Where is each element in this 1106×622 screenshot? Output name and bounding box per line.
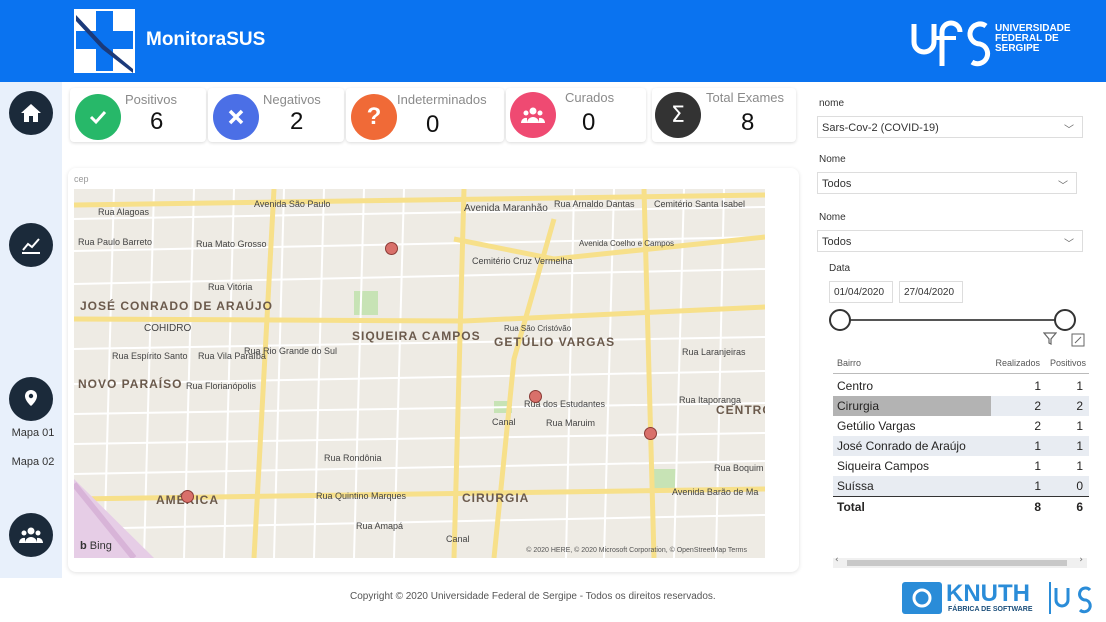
nav-map-button[interactable]	[9, 377, 53, 421]
people-icon	[510, 92, 556, 138]
table-row[interactable]: Centro 1 1	[833, 376, 1089, 396]
case-marker[interactable]	[385, 242, 398, 255]
knuth-logo: KNUTH FÁBRICA DE SOFTWARE	[900, 578, 1100, 618]
question-icon: ?	[351, 94, 397, 140]
date-end-input[interactable]: 27/04/2020	[899, 281, 963, 303]
nav-link-mapa-01[interactable]: Mapa 01	[0, 427, 66, 439]
kpi-indeterminados: ? Indeterminados 0	[346, 88, 504, 142]
date-slider-end-handle[interactable]	[1054, 309, 1076, 331]
case-marker[interactable]	[181, 490, 194, 503]
x-icon	[213, 94, 259, 140]
date-start-input[interactable]: 01/04/2020	[829, 281, 893, 303]
case-marker[interactable]	[529, 390, 542, 403]
people-icon	[19, 527, 43, 543]
table-total-row: Total 8 6	[833, 496, 1089, 516]
column-header-positivos[interactable]: Positivos	[1043, 354, 1089, 374]
nome-dropdown-1[interactable]: Todos ﹀	[817, 172, 1077, 194]
column-header-bairro[interactable]: Bairro	[833, 354, 991, 374]
disease-dropdown[interactable]: Sars-Cov-2 (COVID-19) ﹀	[817, 116, 1083, 138]
table-horizontal-scrollbar[interactable]: ‹ ›	[833, 555, 1087, 568]
chevron-down-icon: ﹀	[1064, 239, 1074, 250]
table-row[interactable]: Getúlio Vargas 2 1	[833, 416, 1089, 436]
nav-chart-button[interactable]	[9, 223, 53, 267]
table-row[interactable]: Siqueira Campos 1 1	[833, 456, 1089, 476]
kpi-total-exames: Σ Total Exames 8	[652, 88, 796, 142]
filter-icon[interactable]	[1042, 330, 1058, 349]
ufs-name: UNIVERSIDADE FEDERAL DE SERGIPE	[995, 23, 1071, 54]
scroll-right-icon[interactable]: ›	[1079, 555, 1083, 565]
check-icon	[75, 94, 121, 140]
home-icon	[21, 104, 41, 122]
chart-line-icon	[22, 238, 40, 254]
bing-logo: b Bing	[80, 540, 112, 552]
scroll-left-icon[interactable]: ‹	[835, 555, 839, 565]
nav-link-mapa-02[interactable]: Mapa 02	[0, 456, 66, 468]
sigma-icon: Σ	[655, 92, 701, 138]
chevron-down-icon: ﹀	[1058, 181, 1068, 192]
map-card: cep Avenida São Paulo Avenida Maranhão R…	[68, 168, 799, 572]
date-slider-start-handle[interactable]	[829, 309, 851, 331]
kpi-positivos: Positivos 6	[70, 88, 206, 142]
footer-copyright: Copyright © 2020 Universidade Federal de…	[350, 591, 716, 602]
map-pin-icon	[25, 390, 37, 406]
map-title: cep	[74, 174, 89, 184]
map-attribution[interactable]: © 2020 HERE, © 2020 Microsoft Corporatio…	[526, 547, 747, 554]
nav-home-button[interactable]	[9, 91, 53, 135]
chevron-down-icon: ﹀	[1064, 125, 1074, 136]
table-row[interactable]: Suíssa 1 0	[833, 476, 1089, 496]
column-header-realizados[interactable]: Realizados	[991, 354, 1043, 374]
table-row[interactable]: José Conrado de Araújo 1 1	[833, 436, 1089, 456]
monitorasus-logo	[74, 9, 135, 73]
nome-dropdown-2[interactable]: Todos ﹀	[817, 230, 1083, 252]
date-slider-track[interactable]	[839, 319, 1065, 321]
table-row[interactable]: Cirurgia 2 2	[833, 396, 1089, 416]
case-marker[interactable]	[644, 427, 657, 440]
kpi-curados: Curados 0	[506, 88, 646, 142]
app-title: MonitoraSUS	[146, 29, 266, 50]
focus-mode-icon[interactable]	[1071, 332, 1085, 351]
map-view[interactable]: Avenida São Paulo Avenida Maranhão Rua A…	[74, 189, 765, 558]
filter-panel: nome Sars-Cov-2 (COVID-19) ﹀ Nome Todos …	[813, 90, 1099, 575]
nav-people-button[interactable]	[9, 513, 53, 557]
kpi-negativos: Negativos 2	[208, 88, 344, 142]
sidebar: Mapa 01 Mapa 02	[0, 82, 62, 578]
app-header: MonitoraSUS UNIVERSIDADE FEDERAL DE SERG…	[0, 0, 1106, 82]
